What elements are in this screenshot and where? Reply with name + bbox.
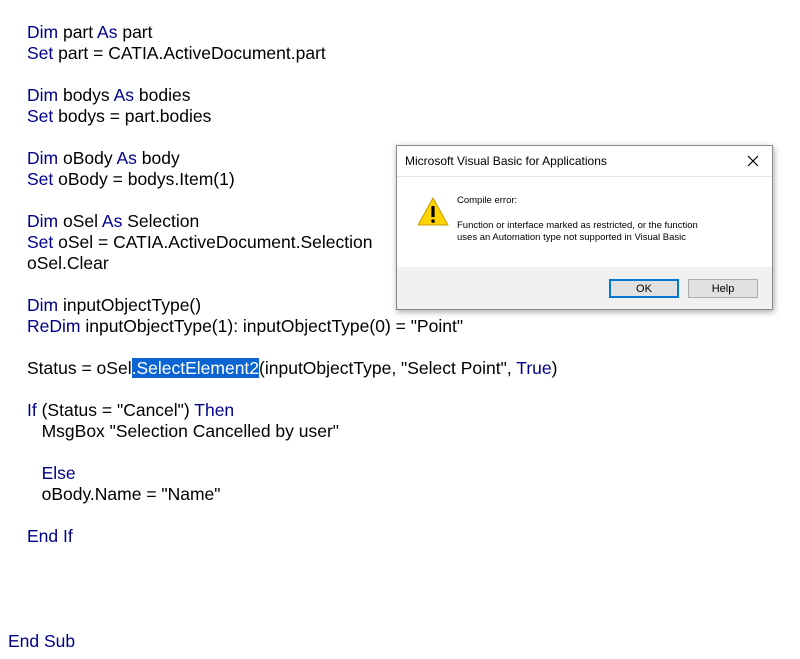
- code-line: Dim part As part: [27, 22, 153, 43]
- vba-code-screenshot: Dim part As part Set part = CATIA.Active…: [0, 0, 800, 659]
- code-line: Set oSel = CATIA.ActiveDocument.Selectio…: [27, 232, 372, 253]
- close-icon-glyph: [747, 155, 759, 167]
- keyword: Set: [27, 169, 54, 189]
- keyword: Set: [27, 232, 54, 252]
- code-text: inputObjectType(1): inputObjectType(0) =…: [80, 316, 464, 336]
- code-line: oSel.Clear: [27, 253, 109, 274]
- code-text: part: [58, 22, 98, 42]
- keyword: Dim: [27, 22, 59, 42]
- dialog-body: Compile error: Function or interface mar…: [397, 177, 772, 267]
- error-message-line: uses an Automation type not supported in…: [457, 232, 687, 243]
- warning-icon: [417, 197, 449, 227]
- code-line: End Sub: [8, 631, 75, 652]
- keyword: Dim: [27, 148, 59, 168]
- code-text: oBody = bodys.Item(1): [53, 169, 235, 189]
- code-text: bodys: [58, 85, 114, 105]
- code-text: oBody.Name = "Name": [27, 484, 221, 504]
- code-text: part = CATIA.ActiveDocument.part: [53, 43, 326, 63]
- selected-text[interactable]: .SelectElement2: [131, 358, 260, 378]
- code-line: Set part = CATIA.ActiveDocument.part: [27, 43, 326, 64]
- keyword: Dim: [27, 211, 59, 231]
- code-text: oSel.Clear: [27, 253, 109, 273]
- code-text: MsgBox "Selection Cancelled by user": [27, 421, 340, 441]
- code-line: End If: [27, 526, 73, 547]
- dialog-footer: OK Help: [397, 267, 772, 309]
- error-message-line: Function or interface marked as restrict…: [457, 220, 698, 231]
- keyword: Dim: [27, 295, 59, 315]
- code-line: MsgBox "Selection Cancelled by user": [27, 421, 339, 442]
- code-text: (inputObjectType, "Select Point",: [259, 358, 517, 378]
- keyword: Set: [27, 106, 54, 126]
- code-line: Dim oBody As body: [27, 148, 180, 169]
- keyword: End If: [27, 526, 73, 546]
- code-text: bodies: [134, 85, 191, 105]
- code-line: Dim bodys As bodies: [27, 85, 190, 106]
- help-button[interactable]: Help: [688, 279, 758, 298]
- ok-button[interactable]: OK: [609, 279, 679, 298]
- keyword: As: [113, 85, 135, 105]
- code-line: Else: [27, 463, 76, 484]
- keyword: Else: [27, 463, 76, 483]
- code-line: Dim inputObjectType(): [27, 295, 201, 316]
- dialog-titlebar[interactable]: Microsoft Visual Basic for Applications: [397, 146, 772, 177]
- code-line: If (Status = "Cancel") Then: [27, 400, 234, 421]
- code-line: Status = oSel.SelectElement2(inputObject…: [27, 358, 557, 379]
- keyword: Set: [27, 43, 54, 63]
- keyword: End Sub: [8, 631, 76, 651]
- keyword: As: [101, 211, 123, 231]
- code-text: part: [117, 22, 153, 42]
- dialog-title: Microsoft Visual Basic for Applications: [405, 154, 607, 168]
- keyword: As: [116, 148, 137, 168]
- keyword: ReDim: [27, 316, 81, 336]
- keyword: As: [97, 22, 118, 42]
- keyword: True: [516, 358, 552, 378]
- code-line: Dim oSel As Selection: [27, 211, 199, 232]
- code-text: (Status = "Cancel"): [36, 400, 195, 420]
- code-line: Set bodys = part.bodies: [27, 106, 211, 127]
- code-text: inputObjectType(): [58, 295, 202, 315]
- code-line: ReDim inputObjectType(1): inputObjectTyp…: [27, 316, 463, 337]
- keyword: If: [27, 400, 37, 420]
- keyword: Then: [194, 400, 235, 420]
- code-text: ): [551, 358, 558, 378]
- code-text: bodys = part.bodies: [53, 106, 212, 126]
- code-text: oSel: [58, 211, 102, 231]
- code-text: Selection: [122, 211, 200, 231]
- code-text: body: [136, 148, 180, 168]
- error-heading: Compile error:: [457, 195, 518, 206]
- code-text: Status = oSel: [27, 358, 132, 378]
- close-icon[interactable]: [734, 146, 772, 176]
- compile-error-dialog: Microsoft Visual Basic for Applications …: [396, 145, 773, 310]
- code-line: Set oBody = bodys.Item(1): [27, 169, 235, 190]
- keyword: Dim: [27, 85, 59, 105]
- code-text: oSel = CATIA.ActiveDocument.Selection: [53, 232, 373, 252]
- code-text: oBody: [58, 148, 117, 168]
- code-line: oBody.Name = "Name": [27, 484, 221, 505]
